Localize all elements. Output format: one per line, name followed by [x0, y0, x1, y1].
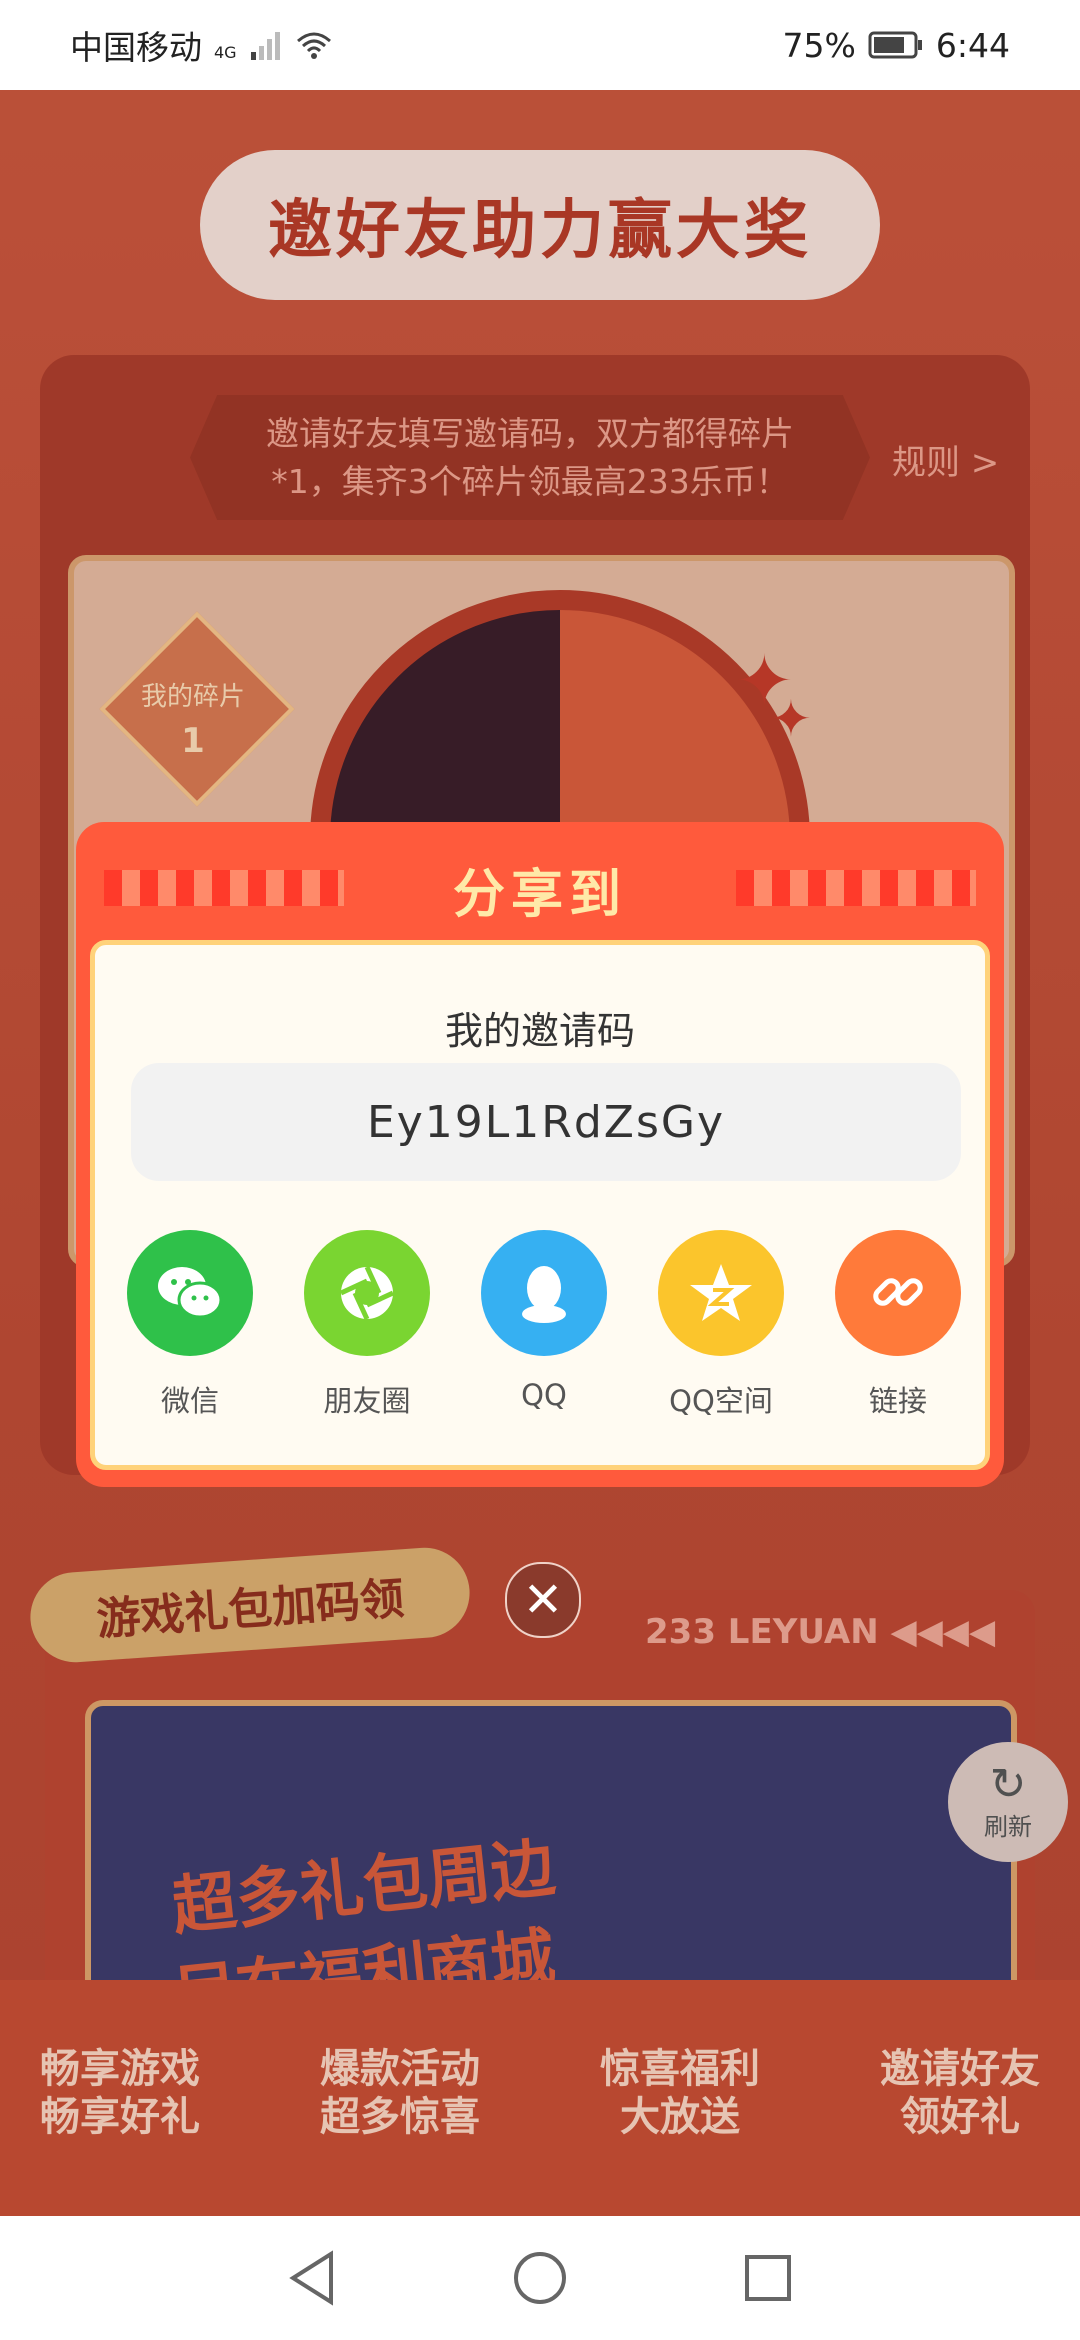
share-option-label: 链接: [868, 1384, 927, 1418]
link-icon: [835, 1230, 961, 1356]
network-label: 4G: [214, 43, 237, 62]
battery-icon: [868, 31, 922, 59]
share-option-label: 朋友圈: [323, 1384, 411, 1418]
share-modal-title: 分享到: [452, 865, 627, 925]
close-modal-button[interactable]: ✕: [505, 1562, 581, 1638]
recents-icon[interactable]: [743, 2253, 793, 2303]
share-qzone-button[interactable]: QQ空间: [641, 1230, 801, 1420]
moments-icon: [304, 1230, 430, 1356]
share-modal-body: 我的邀请码 Ey19L1RdZsGy 微信 朋友圈 QQ QQ空间 链接: [90, 940, 990, 1470]
clock: 6:44: [935, 25, 1010, 65]
battery-percent: 75%: [782, 25, 856, 65]
invite-code-field[interactable]: Ey19L1RdZsGy: [131, 1063, 961, 1181]
carrier-label: 中国移动: [70, 28, 202, 67]
qzone-icon: [658, 1230, 784, 1356]
share-option-label: QQ空间: [669, 1384, 773, 1418]
invite-code-label: 我的邀请码: [444, 1009, 635, 1053]
home-icon[interactable]: [512, 2250, 568, 2306]
share-moments-button[interactable]: 朋友圈: [287, 1230, 447, 1420]
system-nav-bar: [0, 2216, 1080, 2340]
status-bar: 中国移动 4G 75% 6:44: [0, 0, 1080, 90]
close-icon: ✕: [522, 1572, 564, 1628]
share-qq-button[interactable]: QQ: [464, 1230, 624, 1412]
share-link-button[interactable]: 链接: [818, 1230, 978, 1420]
share-wechat-button[interactable]: 微信: [110, 1230, 270, 1420]
share-option-label: 微信: [160, 1384, 219, 1418]
qq-icon: [481, 1230, 607, 1356]
back-icon[interactable]: [287, 2250, 337, 2306]
signal-icon: [250, 32, 280, 60]
share-option-label: QQ: [521, 1378, 567, 1412]
share-modal: 分享到 我的邀请码 Ey19L1RdZsGy 微信 朋友圈 QQ QQ空间 链接: [76, 822, 1004, 1487]
wechat-icon: [127, 1230, 253, 1356]
wifi-icon: [296, 32, 331, 59]
